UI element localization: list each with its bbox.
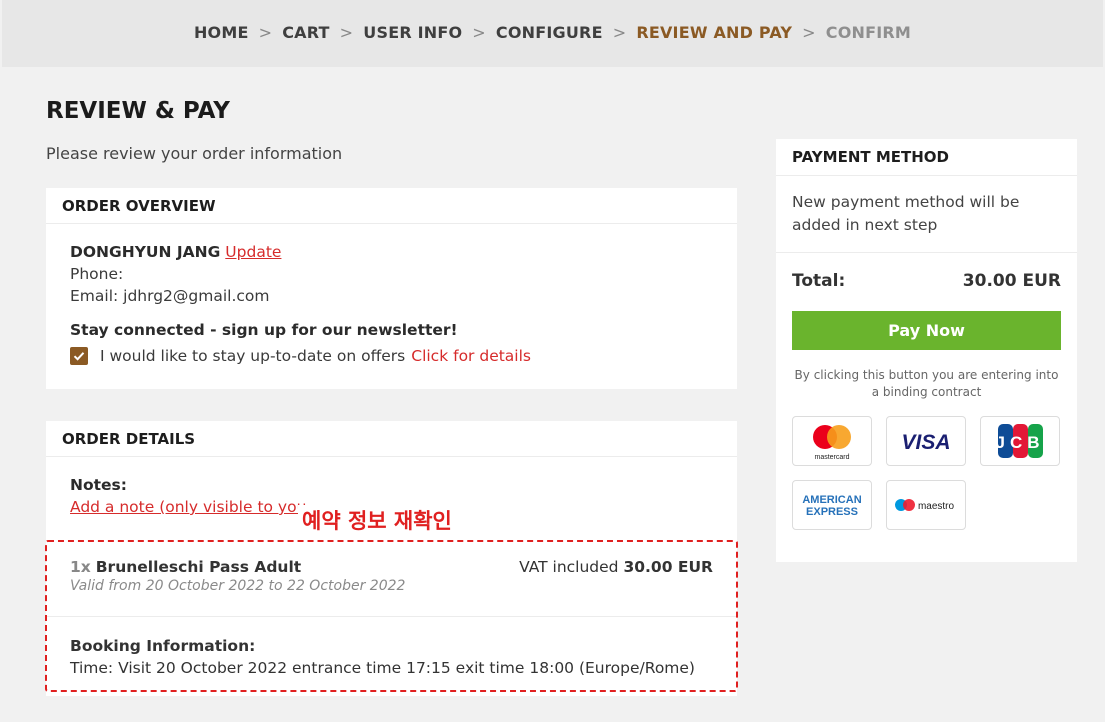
breadcrumb-confirm: CONFIRM — [825, 23, 912, 42]
total-label: Total: — [792, 271, 846, 291]
mastercard-logo-icon: mastercard — [792, 416, 872, 466]
order-overview-heading: ORDER OVERVIEW — [46, 188, 737, 224]
annotation-label: 예약 정보 재확인 — [298, 505, 456, 535]
add-note-link[interactable]: Add a note (only visible to you — [70, 498, 306, 516]
svg-text:maestro: maestro — [918, 501, 955, 512]
breadcrumb-cart[interactable]: CART — [282, 23, 329, 42]
breadcrumb-review-and-pay: REVIEW AND PAY — [636, 23, 793, 42]
newsletter-heading: Stay connected - sign up for our newslet… — [70, 321, 458, 339]
total-value: 30.00 EUR — [962, 271, 1061, 291]
newsletter-row: I would like to stay up-to-date on offer… — [70, 345, 713, 367]
annotation-highlight-box — [45, 540, 738, 692]
breadcrumb-separator: > — [472, 23, 486, 42]
update-link[interactable]: Update — [225, 243, 281, 261]
phone-line: Phone: — [70, 265, 124, 283]
svg-text:mastercard: mastercard — [814, 454, 849, 461]
notes-label: Notes: — [70, 476, 127, 494]
total-row: Total: 30.00 EUR — [776, 253, 1077, 291]
newsletter-label: I would like to stay up-to-date on offer… — [100, 347, 406, 365]
svg-text:AMERICAN: AMERICAN — [802, 494, 861, 506]
checkmark-icon — [73, 352, 85, 361]
breadcrumb-configure[interactable]: CONFIGURE — [496, 23, 603, 42]
contract-note: By clicking this button you are entering… — [794, 368, 1059, 399]
breadcrumb: HOME > CART > USER INFO > CONFIGURE > REVIEW AND… — [2, 23, 1103, 42]
page-subtitle: Please review your order information — [46, 144, 343, 163]
svg-text:JCB: JCB — [995, 433, 1044, 452]
customer-name: DONGHYUN JANG — [70, 243, 221, 261]
visa-logo-icon: VISA — [886, 416, 966, 466]
svg-text:VISA: VISA — [901, 431, 950, 454]
order-details-heading: ORDER DETAILS — [46, 421, 737, 457]
breadcrumb-user-info[interactable]: USER INFO — [363, 23, 462, 42]
payment-method-heading: PAYMENT METHOD — [776, 139, 1077, 176]
svg-text:EXPRESS: EXPRESS — [806, 506, 858, 518]
maestro-logo-icon: maestro — [886, 480, 966, 530]
page-title: REVIEW & PAY — [46, 98, 230, 124]
jcb-logo-icon: JCB — [980, 416, 1060, 466]
newsletter-details-link[interactable]: Click for details — [411, 345, 531, 367]
breadcrumb-separator: > — [339, 23, 354, 42]
breadcrumb-separator: > — [802, 23, 816, 42]
breadcrumb-bar: HOME > CART > USER INFO > CONFIGURE > REVIEW AND… — [2, 0, 1103, 67]
breadcrumb-home[interactable]: HOME — [194, 23, 249, 42]
amex-logo-icon: AMERICAN EXPRESS — [792, 480, 872, 530]
breadcrumb-separator: > — [258, 23, 273, 42]
order-overview-card: ORDER OVERVIEW DONGHYUN JANG Update Phon… — [46, 188, 737, 389]
payment-info: New payment method will be added in next… — [776, 176, 1077, 253]
pay-now-button[interactable]: Pay Now — [792, 311, 1061, 350]
breadcrumb-separator: > — [612, 23, 627, 42]
newsletter-checkbox[interactable] — [70, 347, 88, 365]
email-line: Email: jdhrg2@gmail.com — [70, 287, 270, 305]
payment-method-card: PAYMENT METHOD New payment method will b… — [776, 139, 1077, 562]
